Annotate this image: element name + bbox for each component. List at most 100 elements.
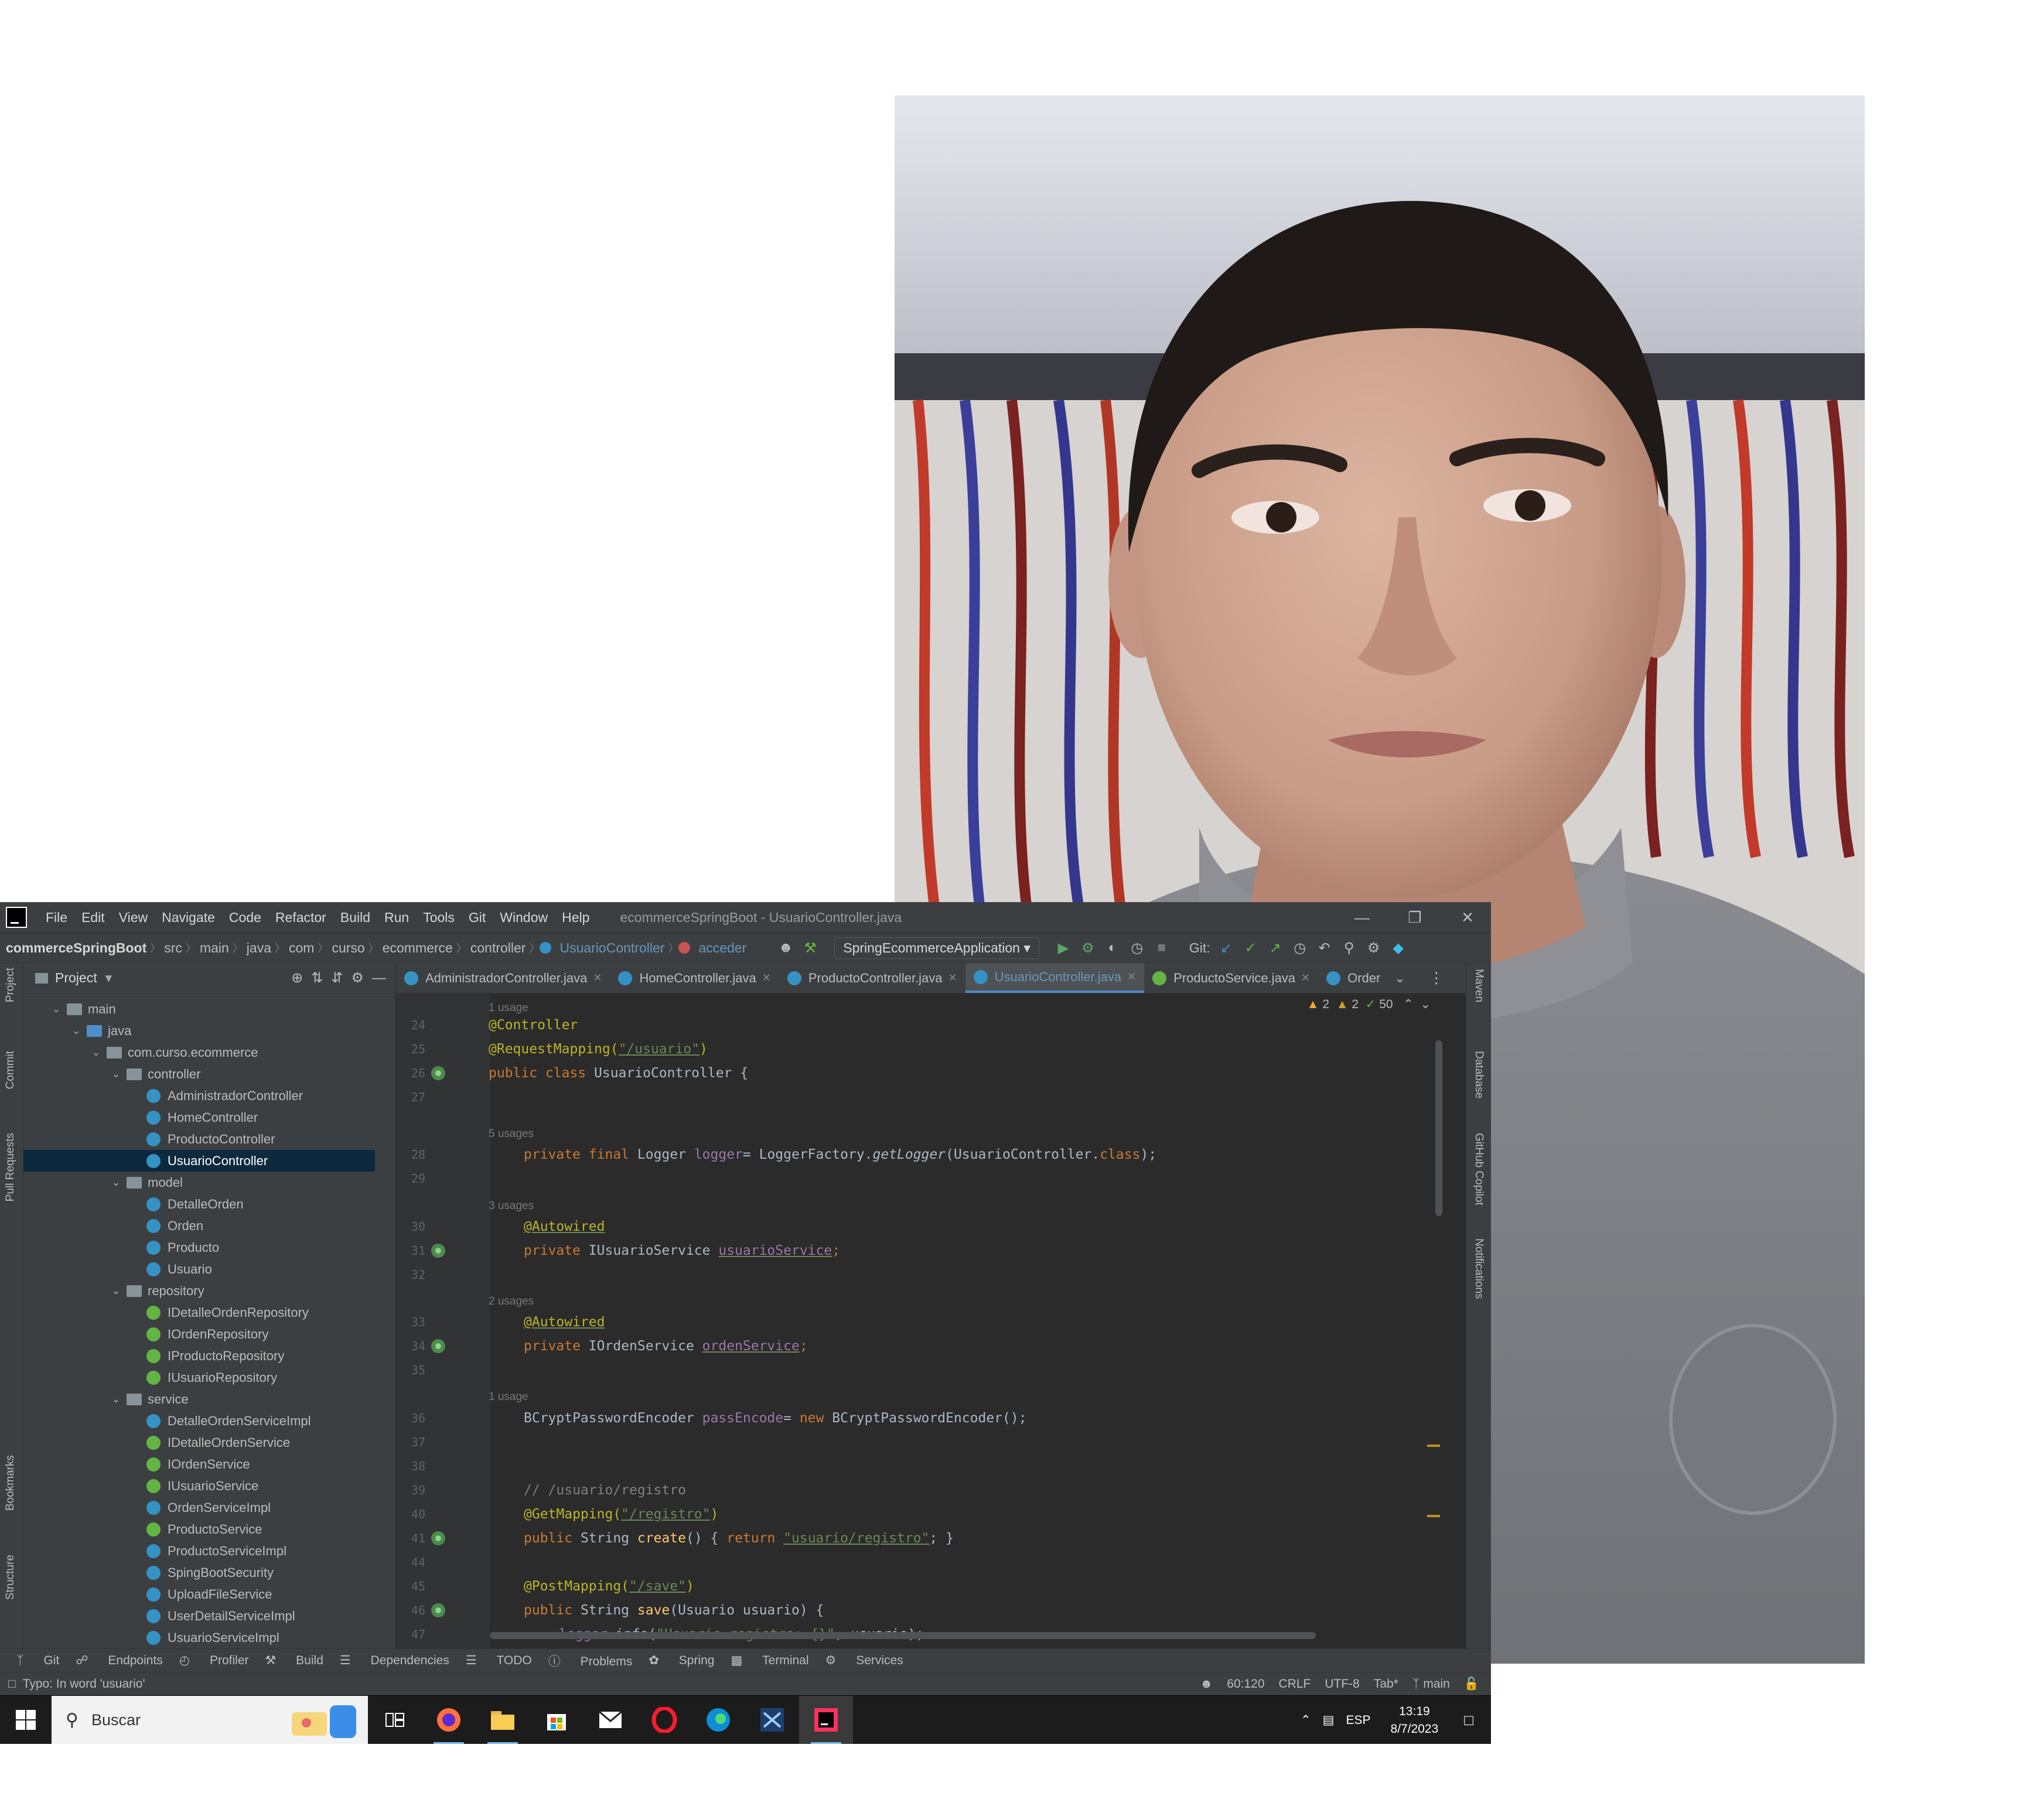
rollback-icon[interactable]: ↶ (1312, 940, 1337, 957)
warning-stripe-mark[interactable] (1427, 1445, 1440, 1447)
close-button[interactable]: ✕ (1441, 902, 1491, 933)
tree-item[interactable]: Usuario (23, 1258, 375, 1280)
language-indicator[interactable]: ESP (1346, 1713, 1371, 1728)
close-tab-icon[interactable]: ✕ (762, 972, 771, 984)
stop-icon[interactable]: ■ (1149, 940, 1174, 956)
options-gear-icon[interactable]: ⚙ (351, 969, 364, 986)
tab-producto-controller[interactable]: ProductoController.java ✕ (779, 963, 965, 993)
close-tab-icon[interactable]: ✕ (1127, 971, 1136, 983)
git-branch[interactable]: ᛉ main (1412, 1677, 1450, 1691)
tree-item[interactable]: ProductoServiceImpl (23, 1540, 375, 1562)
history-icon[interactable]: ◷ (1288, 940, 1312, 957)
dependencies-tool[interactable]: ☰ Dependencies (340, 1653, 449, 1668)
tree-item[interactable]: IProductoRepository (23, 1345, 375, 1367)
tabs-dropdown-icon[interactable]: ⌄ (1394, 971, 1405, 986)
user-icon[interactable]: ☻ (773, 940, 798, 956)
tree-item[interactable]: Orden (23, 1215, 375, 1237)
tree-item[interactable]: AdministradorController (23, 1085, 375, 1107)
tree-item[interactable]: HomeController (23, 1107, 375, 1128)
tree-item[interactable]: IDetalleOrdenService (23, 1432, 375, 1453)
usage-hint[interactable]: 1 usage (489, 1388, 528, 1406)
stripe-database[interactable]: Database (1472, 1051, 1485, 1098)
build-hammer-icon[interactable]: ⚒ (798, 940, 823, 957)
spring-bean-icon[interactable] (431, 1244, 445, 1258)
tree-item[interactable]: IOrdenService (23, 1453, 375, 1475)
spring-endpoint-icon[interactable] (431, 1531, 445, 1545)
intellij-logo-icon[interactable] (6, 907, 27, 928)
spring-endpoint-icon[interactable] (431, 1603, 445, 1617)
menu-edit[interactable]: Edit (74, 910, 112, 926)
breadcrumb-java[interactable]: java (243, 940, 275, 956)
spring-bean-icon[interactable] (431, 1339, 445, 1353)
warning-stripe-mark[interactable] (1427, 1515, 1440, 1517)
code-editor[interactable]: ▲ 2 ▲ 2 ✓ 50 ⌃ ⌄ 1 usage 5 usages 3 usag… (396, 994, 1466, 1648)
caret-position[interactable]: 60:120 (1227, 1677, 1264, 1691)
chevron-down-icon[interactable]: ⌄ (70, 1025, 82, 1037)
menu-git[interactable]: Git (462, 910, 493, 926)
git-push-icon[interactable]: ↗ (1263, 940, 1288, 957)
editor-vertical-scrollbar[interactable] (1435, 1040, 1442, 1216)
breadcrumb-method[interactable]: acceder (695, 940, 750, 956)
coverage-icon[interactable]: ◐ (1100, 940, 1125, 956)
breadcrumb-curso[interactable]: curso (328, 940, 368, 956)
menu-build[interactable]: Build (333, 910, 377, 926)
notifications-icon[interactable]: □ (1464, 1711, 1473, 1729)
close-tab-icon[interactable]: ✕ (593, 972, 602, 984)
chevron-down-icon[interactable]: ⌄ (110, 1176, 122, 1189)
network-icon[interactable]: ▤ (1323, 1713, 1335, 1728)
chevron-down-icon[interactable]: ⌄ (90, 1046, 102, 1059)
tree-item[interactable]: ⌄ main (23, 998, 375, 1020)
line-separator[interactable]: CRLF (1279, 1677, 1311, 1691)
breadcrumb-main[interactable]: main (196, 940, 233, 956)
menu-help[interactable]: Help (555, 910, 596, 926)
breadcrumb-src[interactable]: src (161, 940, 186, 956)
taskbar-search[interactable]: ⚲ Buscar (52, 1695, 368, 1744)
copilot-status-icon[interactable]: ☻ (1200, 1677, 1213, 1691)
breadcrumb-ecommerce[interactable]: ecommerce (379, 940, 456, 956)
project-view-label[interactable]: Project (55, 970, 97, 986)
menu-navigate[interactable]: Navigate (155, 910, 222, 926)
menu-view[interactable]: View (112, 910, 155, 926)
git-update-icon[interactable]: ↙ (1214, 940, 1238, 957)
tree-item[interactable]: OrdenServiceImpl (23, 1497, 375, 1518)
breadcrumb-com[interactable]: com (285, 940, 318, 956)
taskbar-mail[interactable] (583, 1696, 637, 1744)
taskbar-opera[interactable] (637, 1696, 691, 1744)
indent-setting[interactable]: Tab* (1374, 1677, 1398, 1691)
tree-item[interactable]: UsuarioController (23, 1150, 375, 1172)
lock-icon[interactable]: 🔓 (1464, 1677, 1479, 1691)
settings-gear-icon[interactable]: ⚙ (1361, 940, 1386, 957)
breadcrumb-class[interactable]: UsuarioController (556, 940, 668, 956)
breadcrumb-project[interactable]: commerceSpringBoot (2, 940, 150, 956)
menu-file[interactable]: File (39, 910, 74, 926)
taskbar-store[interactable] (530, 1696, 583, 1744)
debug-icon[interactable]: ⚙ (1076, 940, 1100, 957)
stripe-commit[interactable]: Commit (4, 1051, 17, 1089)
menu-window[interactable]: Window (493, 910, 555, 926)
usage-hint[interactable]: 2 usages (489, 1293, 534, 1310)
next-highlight-icon[interactable]: ⌄ (1420, 998, 1431, 1011)
tree-item[interactable]: ProductoController (23, 1128, 375, 1150)
chevron-down-icon[interactable]: ⌄ (50, 1003, 62, 1015)
profile-icon[interactable]: ◷ (1125, 940, 1149, 957)
stripe-maven[interactable]: Maven (1472, 969, 1485, 1002)
file-encoding[interactable]: UTF-8 (1325, 1677, 1360, 1691)
locate-icon[interactable]: ⊕ (291, 969, 303, 986)
stripe-project[interactable]: Project (4, 968, 17, 1002)
start-button[interactable] (0, 1696, 52, 1744)
menu-refactor[interactable]: Refactor (268, 910, 333, 926)
tree-item[interactable]: ⌄ com.curso.ecommerce (23, 1042, 375, 1063)
search-icon[interactable]: ⚲ (1337, 940, 1361, 957)
taskbar-firefox[interactable] (422, 1696, 476, 1744)
tab-usuario-controller[interactable]: UsuarioController.java ✕ (965, 963, 1145, 993)
editor-horizontal-scrollbar[interactable] (490, 1632, 1316, 1639)
menu-tools[interactable]: Tools (416, 910, 462, 926)
taskbar-edge[interactable] (691, 1696, 745, 1744)
tree-item[interactable]: ⌄ service (23, 1388, 375, 1410)
stripe-notifications[interactable]: Notifications (1472, 1238, 1485, 1299)
tree-item[interactable]: Producto (23, 1237, 375, 1258)
tree-item[interactable]: ⌄ repository (23, 1280, 375, 1302)
collapse-all-icon[interactable]: ⇵ (331, 969, 343, 986)
tree-item[interactable]: ⌄ controller (23, 1063, 375, 1085)
chevron-down-icon[interactable]: ⌄ (110, 1068, 122, 1080)
